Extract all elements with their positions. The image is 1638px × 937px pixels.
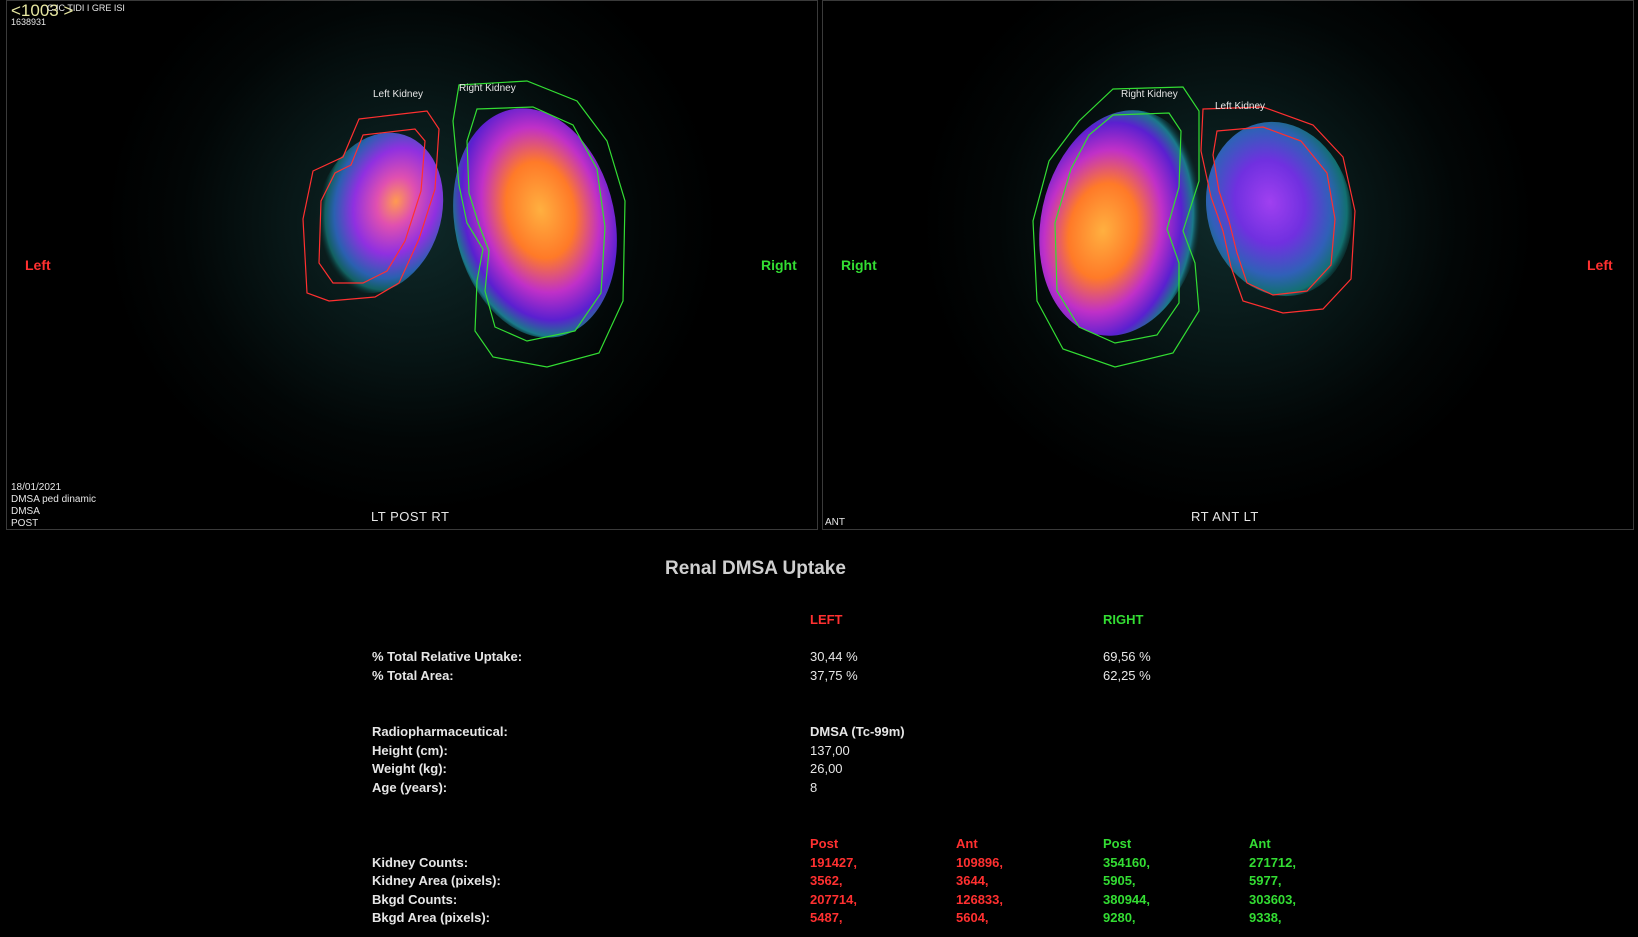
- anterior-image-panel[interactable]: Right Kidney Left Kidney Right Left RT A…: [822, 0, 1634, 530]
- uptake-label: % Total Relative Uptake:: [372, 649, 523, 664]
- study-projection: POST: [11, 518, 39, 529]
- row-label-kidney-counts: Kidney Counts:: [372, 855, 469, 870]
- anterior-scan-image: [1032, 86, 1356, 368]
- weight-label: Weight (kg):: [372, 761, 447, 776]
- bkgd-area-left-post: 5487,: [810, 910, 843, 925]
- kidney-area-left-post: 3562,: [810, 873, 843, 888]
- subheader-left-post: Post: [810, 836, 839, 851]
- bkgd-counts-right-ant: 303603,: [1249, 892, 1296, 907]
- roi-label-left-kidney: Left Kidney: [373, 89, 424, 100]
- roi-label-left-kidney: Left Kidney: [1215, 101, 1266, 112]
- roi-label-right-kidney: Right Kidney: [1121, 89, 1178, 100]
- uptake-report: Renal DMSA Uptake LEFT RIGHT % Total Rel…: [0, 540, 1638, 937]
- age-label: Age (years):: [372, 780, 448, 795]
- kidney-area-right-ant: 5977,: [1249, 873, 1282, 888]
- kidney-counts-right-ant: 271712,: [1249, 855, 1296, 870]
- area-label: % Total Area:: [372, 668, 454, 683]
- uptake-left-value: 30,44 %: [810, 649, 858, 664]
- kidney-counts-left-ant: 109896,: [956, 855, 1003, 870]
- area-right-value: 62,25 %: [1103, 668, 1151, 683]
- side-label-left: Left: [1587, 257, 1613, 273]
- weight-value: 26,00: [810, 761, 843, 776]
- radiopharmaceutical-label: Radiopharmaceutical:: [372, 724, 508, 739]
- study-date: 18/01/2021: [11, 482, 62, 493]
- bkgd-counts-right-post: 380944,: [1103, 892, 1150, 907]
- side-label-right: Right: [841, 257, 877, 273]
- bkgd-area-right-ant: 9338,: [1249, 910, 1282, 925]
- area-left-value: 37,75 %: [810, 668, 858, 683]
- view-orientation-label: RT ANT LT: [1191, 509, 1259, 524]
- right-kidney-uptake: [453, 108, 617, 338]
- height-label: Height (cm):: [372, 743, 448, 758]
- bkgd-counts-left-post: 207714,: [810, 892, 857, 907]
- row-label-kidney-area: Kidney Area (pixels):: [372, 873, 501, 888]
- column-header-right: RIGHT: [1103, 612, 1144, 627]
- radiopharmaceutical-value: DMSA (Tc-99m): [810, 724, 905, 739]
- posterior-image-panel[interactable]: <1003 > C IC TIDI I GRE ISI 1638931 Left…: [6, 0, 818, 530]
- height-value: 137,00: [810, 743, 850, 758]
- column-header-left: LEFT: [810, 612, 843, 627]
- view-orientation-label: LT POST RT: [371, 509, 450, 524]
- row-label-bkgd-area: Bkgd Area (pixels):: [372, 910, 490, 925]
- subheader-right-ant: Ant: [1249, 836, 1271, 851]
- uptake-right-value: 69,56 %: [1103, 649, 1151, 664]
- side-label-right: Right: [761, 257, 797, 273]
- kidney-counts-right-post: 354160,: [1103, 855, 1150, 870]
- study-name: DMSA ped dinamic: [11, 494, 97, 505]
- patient-id: 1638931: [11, 17, 47, 27]
- kidney-area-right-post: 5905,: [1103, 873, 1136, 888]
- kidney-counts-left-post: 191427,: [810, 855, 857, 870]
- row-label-bkgd-counts: Bkgd Counts:: [372, 892, 458, 907]
- bkgd-area-left-ant: 5604,: [956, 910, 989, 925]
- right-kidney-uptake: [1039, 110, 1203, 336]
- report-title: Renal DMSA Uptake: [665, 558, 846, 579]
- side-label-left: Left: [25, 257, 51, 273]
- bkgd-counts-left-ant: 126833,: [956, 892, 1003, 907]
- overlay-text: C IC TIDI I GRE ISI: [47, 3, 125, 13]
- study-agent: DMSA: [11, 506, 40, 517]
- subheader-left-ant: Ant: [956, 836, 978, 851]
- study-projection: ANT: [825, 517, 845, 528]
- posterior-scan-image: [302, 80, 626, 368]
- kidney-area-left-ant: 3644,: [956, 873, 989, 888]
- bkgd-area-right-post: 9280,: [1103, 910, 1136, 925]
- roi-label-right-kidney: Right Kidney: [459, 83, 516, 94]
- age-value: 8: [810, 780, 818, 795]
- subheader-right-post: Post: [1103, 836, 1132, 851]
